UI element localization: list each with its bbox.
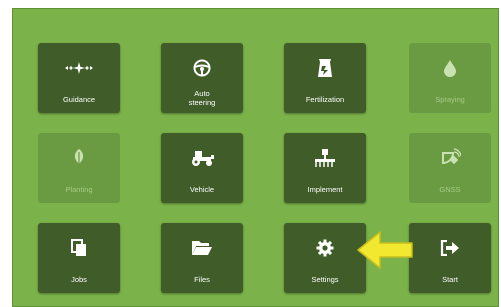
spraying-button[interactable]: Spraying [409,43,491,113]
settings-button[interactable]: Settings [284,223,366,293]
leaf-icon [38,147,120,169]
gnss-label: GNSS [439,185,461,194]
satellite-icon [409,147,491,169]
start-label: Start [442,275,458,284]
fertilization-label: Fertilization [305,95,345,104]
planting-button[interactable]: Planting [38,133,120,203]
arrow-left-icon [357,231,413,269]
fertilizer-bag-icon [284,57,366,79]
jobs-label: Jobs [71,275,87,284]
planting-label: Planting [65,185,93,194]
settings-label: Settings [311,275,339,284]
implement-label: Implement [307,185,343,194]
droplet-icon [409,57,491,79]
jobs-button[interactable]: Jobs [38,223,120,293]
files-button[interactable]: Files [161,223,243,293]
folder-open-icon [161,237,243,259]
spraying-label: Spraying [435,95,465,104]
sign-out-icon [409,237,491,259]
guidance-button[interactable]: Guidance [38,43,120,113]
guidance-icon [38,57,120,79]
guidance-label: Guidance [62,95,96,104]
vehicle-label: Vehicle [189,185,215,194]
files-label: Files [194,275,210,284]
auto-steering-label: Auto steering [188,89,216,107]
steering-wheel-icon [161,57,243,79]
start-button[interactable]: Start [409,223,491,293]
implement-icon [284,147,366,169]
auto-steering-button[interactable]: Auto steering [161,43,243,113]
implement-button[interactable]: Implement [284,133,366,203]
fertilization-button[interactable]: Fertilization [284,43,366,113]
main-menu-screen: Guidance Auto steering Fertilization Spr… [12,8,499,307]
copy-icon [38,237,120,259]
gnss-button[interactable]: GNSS [409,133,491,203]
gear-icon [284,237,366,259]
tractor-icon [161,147,243,169]
vehicle-button[interactable]: Vehicle [161,133,243,203]
